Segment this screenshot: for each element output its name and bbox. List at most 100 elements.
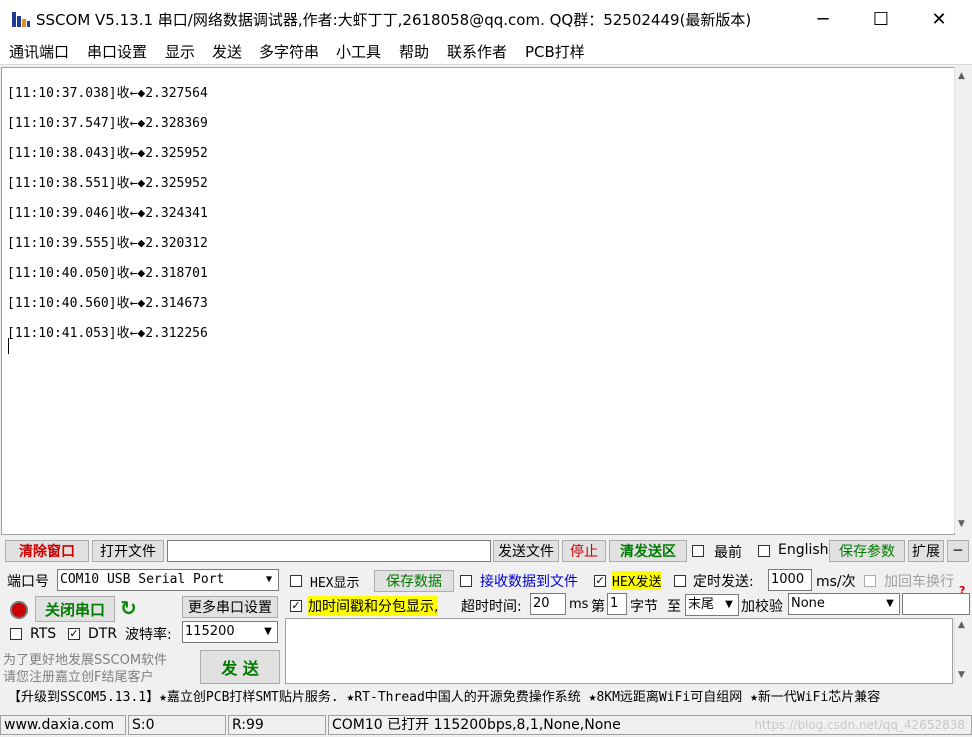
timeout-label: 超时时间: bbox=[461, 599, 522, 615]
menu-serial-settings[interactable]: 串口设置 bbox=[87, 41, 147, 62]
save-data-button[interactable]: 保存数据 bbox=[374, 570, 454, 592]
timed-send-checkbox[interactable] bbox=[674, 575, 686, 587]
stop-button[interactable]: 停止 bbox=[562, 540, 606, 562]
save-params-button[interactable]: 保存参数 bbox=[829, 540, 905, 562]
menu-multi-string[interactable]: 多字符串 bbox=[259, 41, 319, 62]
app-icon bbox=[12, 12, 30, 27]
receive-area[interactable]: [11:10:37.038]收←◆2.327564 [11:10:37.547]… bbox=[1, 67, 955, 535]
menu-help[interactable]: 帮助 bbox=[399, 41, 429, 62]
english-label: English bbox=[778, 542, 829, 558]
clear-send-button[interactable]: 清发送区 bbox=[609, 540, 687, 562]
receive-line: [11:10:39.555]收←◆2.320312 bbox=[7, 236, 208, 251]
minimize-button[interactable]: ─ bbox=[800, 0, 846, 38]
end-select[interactable]: 末尾 ▼ bbox=[685, 594, 739, 616]
status-port-text: COM10 已打开 115200bps,8,1,None,None bbox=[332, 717, 621, 733]
timeout-unit: ms bbox=[569, 597, 589, 612]
interval-unit: ms/次 bbox=[816, 574, 856, 590]
send-textarea[interactable] bbox=[285, 618, 953, 684]
text-cursor bbox=[8, 338, 9, 354]
rts-checkbox[interactable] bbox=[10, 628, 22, 640]
send-file-button[interactable]: 发送文件 bbox=[493, 540, 559, 562]
menu-tools[interactable]: 小工具 bbox=[336, 41, 381, 62]
receive-line: [11:10:38.043]收←◆2.325952 bbox=[7, 146, 208, 161]
port-value: COM10 USB Serial Port bbox=[60, 572, 225, 587]
scroll-up-icon[interactable]: ▲ bbox=[958, 620, 965, 630]
checksum-result-field bbox=[902, 593, 970, 615]
news-ticker[interactable]: 【升级到SSCOM5.13.1】★嘉立创PCB打样SMT贴片服务. ★RT-Th… bbox=[0, 687, 972, 709]
menu-comm-port[interactable]: 通讯端口 bbox=[9, 41, 69, 62]
title-bar: SSCOM V5.13.1 串口/网络数据调试器,作者:大虾丁丁,2618058… bbox=[0, 0, 972, 38]
status-website[interactable]: www.daxia.com bbox=[0, 715, 126, 735]
maximize-button[interactable]: ☐ bbox=[858, 0, 904, 38]
chevron-down-icon[interactable]: ▼ bbox=[882, 595, 898, 613]
send-button[interactable]: 发 送 bbox=[200, 650, 280, 684]
close-button[interactable]: ✕ bbox=[916, 0, 962, 38]
menu-pcb-proto[interactable]: PCB打样 bbox=[525, 41, 585, 62]
timed-send-label: 定时发送: bbox=[693, 574, 754, 590]
topmost-label: 最前 bbox=[714, 545, 742, 561]
hex-display-label: HEX显示 bbox=[310, 576, 360, 591]
add-crlf-label: 加回车换行 bbox=[884, 574, 954, 590]
topmost-checkbox[interactable] bbox=[692, 545, 704, 557]
hex-send-label: HEX发送 bbox=[612, 571, 662, 590]
baud-value: 115200 bbox=[185, 624, 235, 639]
recv-to-file-label: 接收数据到文件 bbox=[480, 574, 578, 590]
close-port-button[interactable]: 关闭串口 bbox=[35, 596, 115, 622]
checksum-label: 加校验 bbox=[741, 599, 783, 615]
receive-line: [11:10:40.050]收←◆2.318701 bbox=[7, 266, 208, 281]
byte-prefix: 第 bbox=[591, 599, 605, 615]
status-received: R:99 bbox=[228, 715, 326, 735]
port-label: 端口号 bbox=[7, 574, 49, 590]
baud-label: 波特率: bbox=[125, 627, 172, 643]
to-label: 至 bbox=[667, 599, 681, 615]
collapse-button[interactable]: ─ bbox=[947, 540, 969, 562]
clear-window-button[interactable]: 清除窗口 bbox=[5, 540, 89, 562]
receive-line: [11:10:37.038]收←◆2.327564 bbox=[7, 86, 208, 101]
refresh-icon[interactable]: ↻ bbox=[120, 596, 137, 620]
status-bar: www.daxia.com S:0 R:99 COM10 已打开 115200b… bbox=[0, 713, 972, 737]
checksum-select[interactable]: None ▼ bbox=[788, 593, 900, 615]
watermark: https://blog.csdn.net/qq_42652838 bbox=[754, 718, 965, 732]
english-checkbox[interactable] bbox=[758, 545, 770, 557]
receive-line: [11:10:40.560]收←◆2.314673 bbox=[7, 296, 208, 311]
scroll-up-icon[interactable]: ▲ bbox=[958, 71, 965, 81]
status-port-info: COM10 已打开 115200bps,8,1,None,None https:… bbox=[328, 715, 972, 735]
recv-to-file-checkbox[interactable] bbox=[460, 575, 472, 587]
window-title: SSCOM V5.13.1 串口/网络数据调试器,作者:大虾丁丁,2618058… bbox=[36, 11, 752, 29]
promo-line-2: 请您注册嘉立创F结尾客户 bbox=[3, 670, 154, 685]
chevron-down-icon[interactable]: ▼ bbox=[260, 623, 276, 641]
scroll-down-icon[interactable]: ▼ bbox=[958, 519, 965, 529]
port-select[interactable]: COM10 USB Serial Port ▼ bbox=[57, 569, 279, 591]
send-scrollbar[interactable]: ▲ ▼ bbox=[954, 618, 971, 684]
scroll-down-icon[interactable]: ▼ bbox=[958, 670, 965, 680]
add-crlf-checkbox[interactable] bbox=[864, 575, 876, 587]
menu-send[interactable]: 发送 bbox=[212, 41, 242, 62]
more-settings-button[interactable]: 更多串口设置 bbox=[182, 596, 278, 618]
vertical-scrollbar[interactable]: ▲ ▼ bbox=[954, 67, 972, 533]
receive-line: [11:10:41.053]收←◆2.312256 bbox=[7, 326, 208, 341]
menu-bar: 通讯端口 串口设置 显示 发送 多字符串 小工具 帮助 联系作者 PCB打样 bbox=[0, 38, 972, 65]
menu-display[interactable]: 显示 bbox=[165, 41, 195, 62]
byte-label: 字节 bbox=[630, 599, 658, 615]
end-value: 末尾 bbox=[688, 597, 715, 612]
expand-button[interactable]: 扩展 bbox=[908, 540, 944, 562]
receive-line: [11:10:38.551]收←◆2.325952 bbox=[7, 176, 208, 191]
receive-line: [11:10:37.547]收←◆2.328369 bbox=[7, 116, 208, 131]
dtr-checkbox[interactable]: ✓ bbox=[68, 628, 80, 640]
menu-contact-author[interactable]: 联系作者 bbox=[447, 41, 507, 62]
chevron-down-icon[interactable]: ▼ bbox=[261, 571, 277, 589]
dtr-label: DTR bbox=[88, 626, 118, 642]
byte-index-input[interactable]: 1 bbox=[607, 593, 627, 615]
interval-input[interactable]: 1000 bbox=[768, 569, 812, 591]
chevron-down-icon[interactable]: ▼ bbox=[721, 596, 737, 614]
timeout-input[interactable]: 20 bbox=[530, 593, 566, 615]
hex-display-checkbox[interactable] bbox=[290, 575, 302, 587]
port-status-icon bbox=[10, 601, 28, 619]
status-sent: S:0 bbox=[128, 715, 226, 735]
open-file-button[interactable]: 打开文件 bbox=[92, 540, 164, 562]
timestamp-checkbox[interactable]: ✓ bbox=[290, 600, 302, 612]
hex-send-checkbox[interactable]: ✓ bbox=[594, 575, 606, 587]
baud-select[interactable]: 115200 ▼ bbox=[182, 621, 278, 643]
rts-label: RTS bbox=[30, 626, 57, 642]
file-path-input[interactable] bbox=[167, 540, 491, 562]
